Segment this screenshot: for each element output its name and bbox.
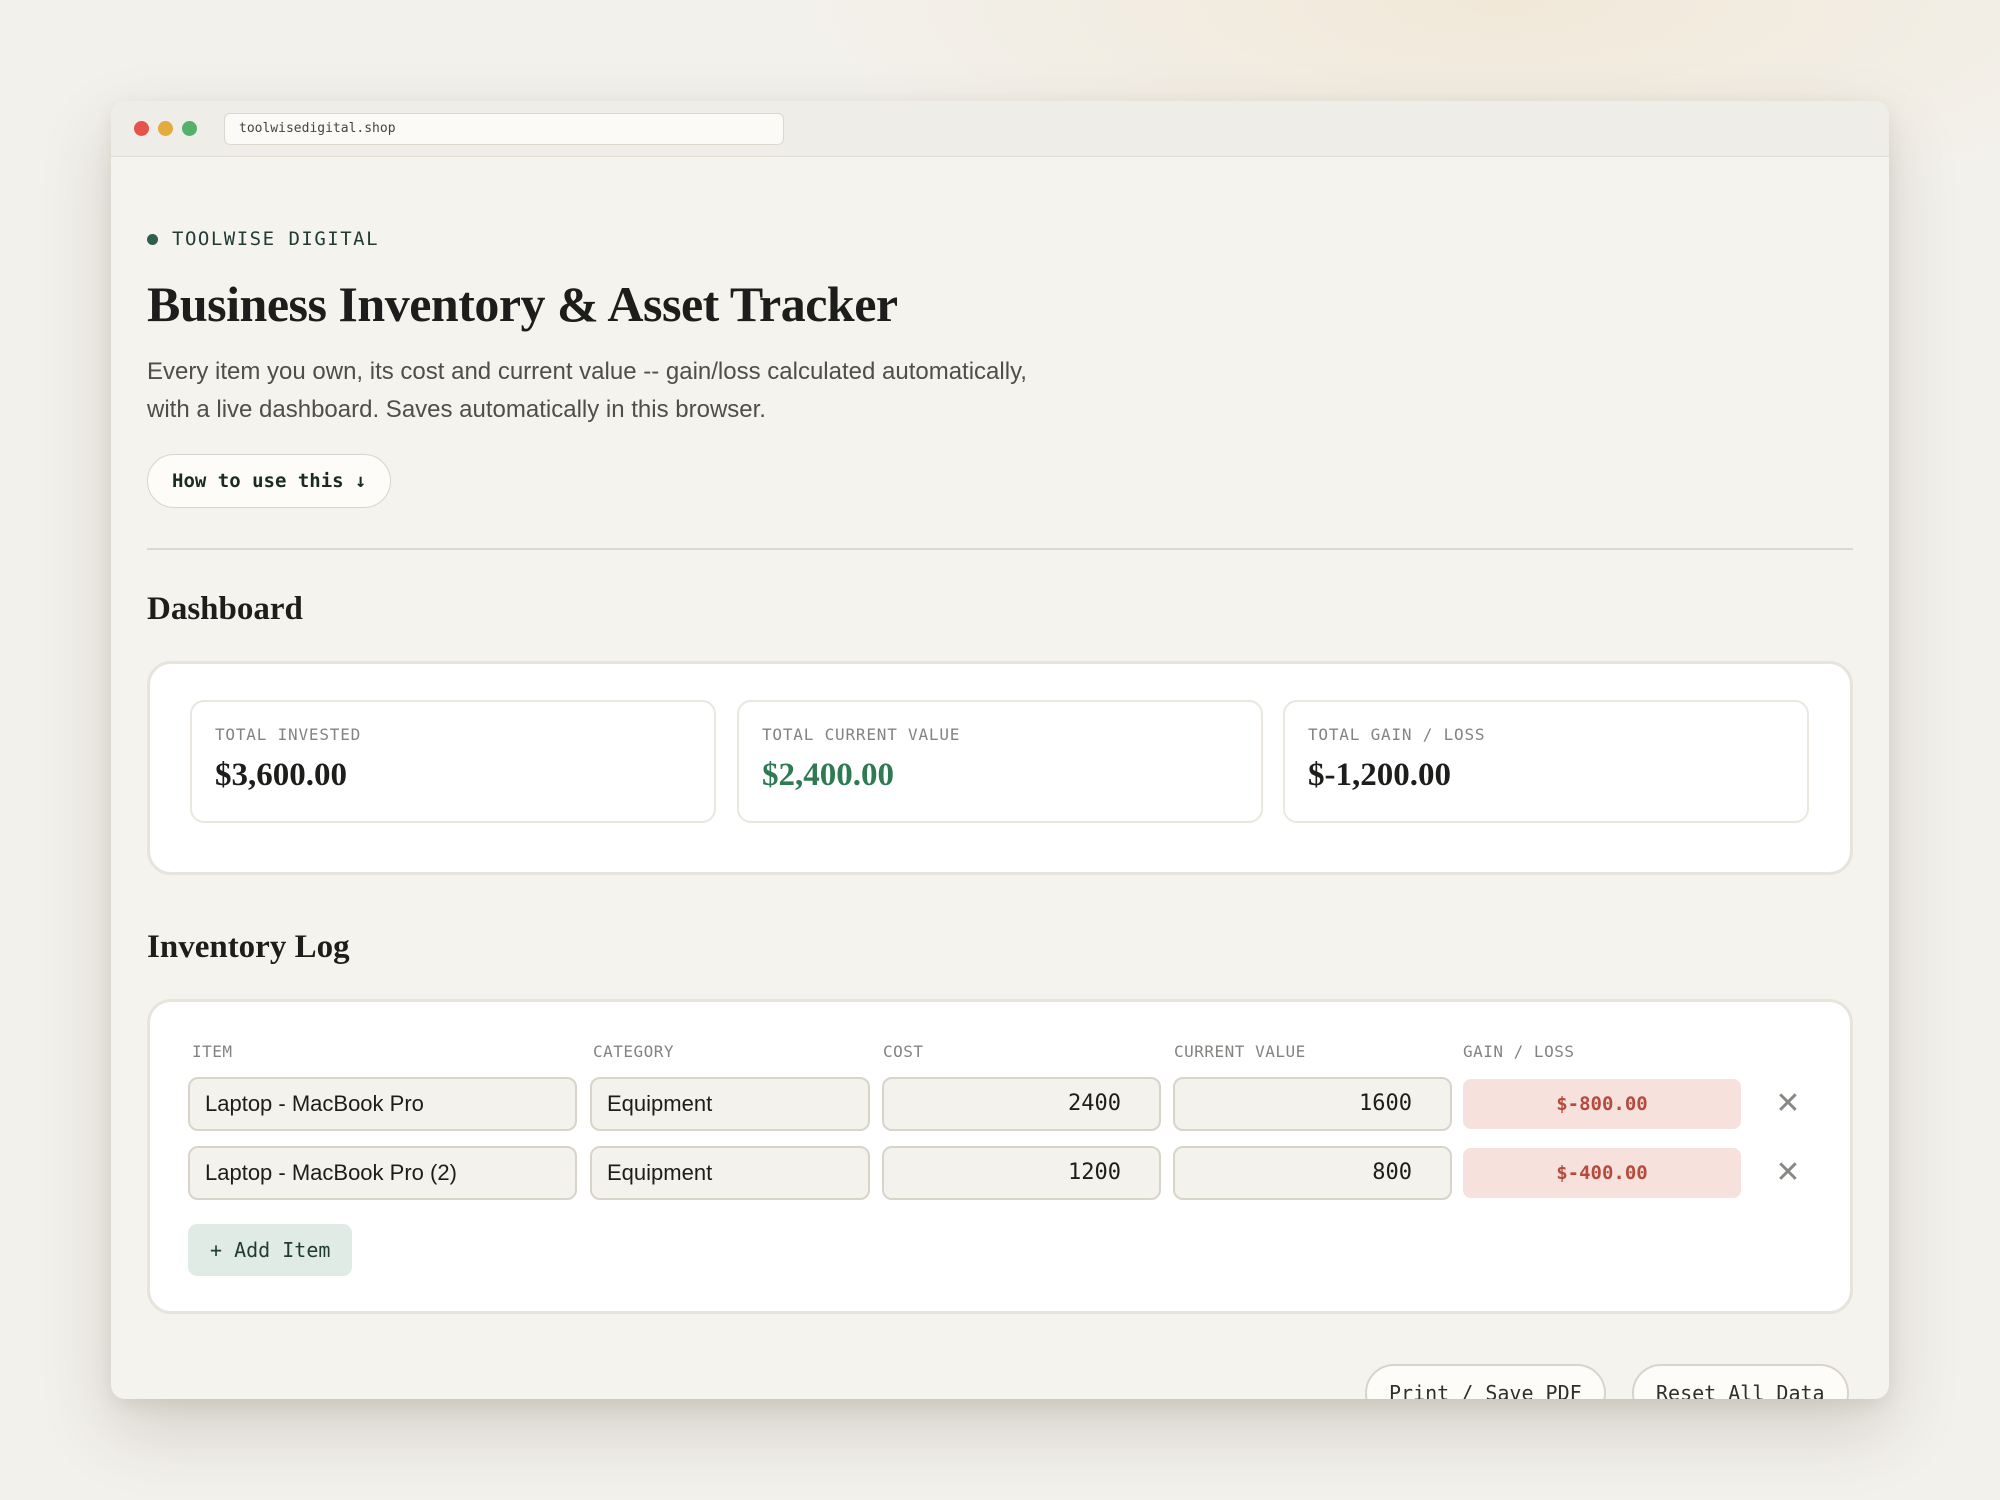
cost-input[interactable]: 2400: [882, 1077, 1161, 1131]
gain-loss-value: $-800.00: [1463, 1079, 1741, 1129]
brand-label: TOOLWISE DIGITAL: [172, 228, 380, 250]
maximize-window-dot[interactable]: [182, 121, 197, 136]
minimize-window-dot[interactable]: [158, 121, 173, 136]
dashboard-card: TOTAL INVESTED $3,600.00 TOTAL CURRENT V…: [147, 661, 1853, 875]
page-subtitle: Every item you own, its cost and current…: [147, 358, 1027, 423]
brand: TOOLWISE DIGITAL: [147, 228, 379, 250]
stat-total-invested: TOTAL INVESTED $3,600.00: [190, 700, 716, 823]
reset-all-data-button[interactable]: Reset All Data: [1632, 1364, 1849, 1399]
column-header-category: CATEGORY: [593, 1042, 675, 1061]
browser-chrome: toolwisedigital.shop: [111, 101, 1889, 157]
close-window-dot[interactable]: [134, 121, 149, 136]
current-value-input[interactable]: 1600: [1173, 1077, 1452, 1131]
stat-value: $-1,200.00: [1308, 757, 1451, 793]
how-to-use-button[interactable]: How to use this ↓: [147, 454, 392, 508]
item-name-input[interactable]: Laptop - MacBook Pro (2): [188, 1146, 577, 1200]
browser-window: toolwisedigital.shop TOOLWISE DIGITAL Bu…: [111, 101, 1889, 1399]
item-name-input[interactable]: Laptop - MacBook Pro: [188, 1077, 577, 1131]
column-header-cost: COST: [883, 1042, 924, 1061]
stat-total-gain-loss: TOTAL GAIN / LOSS $-1,200.00: [1283, 700, 1809, 823]
delete-row-icon[interactable]: ✕: [1773, 1158, 1803, 1188]
inventory-title: Inventory Log: [147, 929, 350, 965]
address-bar[interactable]: toolwisedigital.shop: [224, 113, 784, 145]
stat-label: TOTAL CURRENT VALUE: [762, 725, 961, 744]
divider: [147, 548, 1853, 550]
category-input[interactable]: Equipment: [590, 1077, 870, 1131]
add-item-button[interactable]: + Add Item: [188, 1224, 353, 1276]
column-header-item: ITEM: [192, 1042, 233, 1061]
stat-label: TOTAL GAIN / LOSS: [1308, 725, 1486, 744]
print-save-pdf-button[interactable]: Print / Save PDF: [1365, 1364, 1606, 1399]
stat-label: TOTAL INVESTED: [215, 725, 362, 744]
inventory-card: ITEM CATEGORY COST CURRENT VALUE GAIN / …: [147, 999, 1853, 1314]
cost-input[interactable]: 1200: [882, 1146, 1161, 1200]
stat-value: $2,400.00: [762, 757, 894, 793]
stat-total-current-value: TOTAL CURRENT VALUE $2,400.00: [737, 700, 1263, 823]
category-input[interactable]: Equipment: [590, 1146, 870, 1200]
gain-loss-value: $-400.00: [1463, 1148, 1741, 1198]
brand-dot-icon: [147, 233, 158, 245]
page-content: TOOLWISE DIGITAL Business Inventory & As…: [147, 157, 1853, 1399]
column-header-gain-loss: GAIN / LOSS: [1463, 1042, 1575, 1061]
current-value-input[interactable]: 800: [1173, 1146, 1452, 1200]
column-header-current-value: CURRENT VALUE: [1174, 1042, 1306, 1061]
dashboard-title: Dashboard: [147, 591, 303, 627]
stat-value: $3,600.00: [215, 757, 347, 793]
delete-row-icon[interactable]: ✕: [1773, 1089, 1803, 1119]
page-title: Business Inventory & Asset Tracker: [147, 276, 898, 332]
